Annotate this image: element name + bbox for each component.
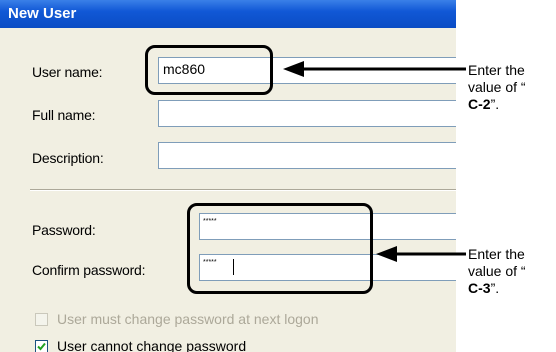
note-c3-suffix: ”. bbox=[490, 280, 500, 296]
note-c2-line1: Enter the bbox=[468, 62, 525, 78]
note-c3-line1: Enter the bbox=[468, 246, 525, 262]
note-c3-line2: value of “ bbox=[468, 263, 526, 279]
arrow-icon bbox=[376, 246, 466, 262]
note-c3: Enter the value of “ C-3”. bbox=[468, 246, 526, 297]
callout-arrows bbox=[283, 61, 466, 262]
note-c3-ref: C-3 bbox=[468, 280, 491, 296]
note-c3-line3: C-3”. bbox=[468, 280, 526, 297]
note-c2-suffix: ”. bbox=[490, 96, 500, 112]
note-c2-line2: value of “ bbox=[468, 79, 526, 95]
note-c2-ref: C-2 bbox=[468, 96, 491, 112]
arrow-icon bbox=[283, 61, 466, 77]
note-c2-line3: C-2”. bbox=[468, 96, 526, 113]
note-c2: Enter the value of “ C-2”. bbox=[468, 62, 526, 113]
